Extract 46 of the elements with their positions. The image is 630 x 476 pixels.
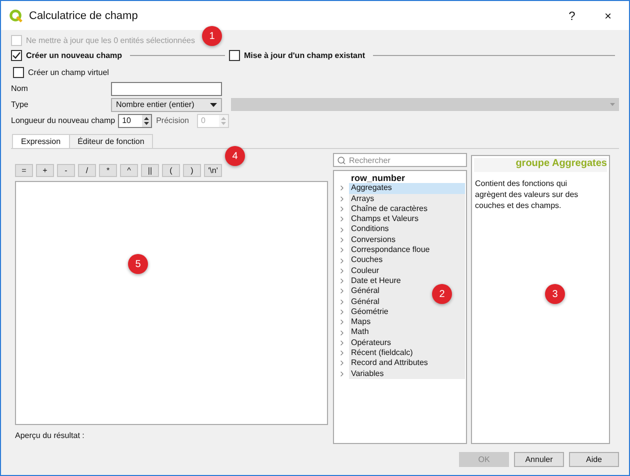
field-label: Type [11,100,30,109]
help-button[interactable]: ? [557,4,587,26]
operator-button[interactable]: * [99,164,117,177]
tree-item[interactable]: row_number [349,173,406,184]
logo-icon [9,8,23,22]
group-title: Créer un nouveau champ [26,51,122,60]
operator-button[interactable]: ( [162,164,180,177]
name-field[interactable] [111,82,222,96]
operator-button[interactable]: '\n' [204,164,222,177]
field-label: Longueur du nouveau champ [11,116,116,125]
operator-button[interactable]: = [15,164,33,177]
preview-label: Aperçu du résultat : [15,431,86,440]
tree-item[interactable]: Général [349,286,380,297]
operator-button[interactable]: ) [183,164,201,177]
caret-icon [610,103,615,106]
close-button[interactable]: × [593,4,623,26]
tab[interactable]: Éditeur de fonction [68,134,154,148]
operator-button[interactable]: ^ [120,164,138,177]
spin-arrows-icon[interactable] [142,114,152,126]
help-text: Contient des fonctions qui agrègent des valeurs sur des couches et des champs. [475,178,580,211]
checkbox-label: Créer un champ virtuel [28,68,109,77]
tree-item[interactable]: Math [349,327,369,338]
window-title: Calculatrice de champ [29,10,139,22]
group-title: Mise à jour d'un champ existant [244,51,366,60]
search-bar[interactable]: Rechercher [333,153,467,167]
type-dropdown[interactable]: Nombre entier (entier) [111,98,222,112]
field-label: Nom [11,84,29,93]
checkbox[interactable] [13,67,24,78]
checkbox[interactable] [11,50,22,61]
number-badge: 4 [225,146,245,166]
number-badge: 1 [202,26,222,46]
caret-icon [210,102,217,106]
operator-button[interactable]: / [78,164,96,177]
operator-button[interactable]: - [57,164,75,177]
operator-button[interactable]: + [36,164,54,177]
checkbox-label: Ne mettre à jour que les 0 entités sélectionnées [26,36,195,45]
field-label: Précision [156,116,189,125]
length-spinbox[interactable]: 10 [118,114,152,128]
tree-item[interactable]: Maps [349,317,371,328]
dialog-button[interactable]: Annuler [514,452,564,467]
checkbox[interactable] [229,50,240,61]
operator-button[interactable]: || [141,164,159,177]
help-title: groupe Aggregates [474,158,607,172]
search-icon [337,156,346,164]
dialog-button[interactable]: Aide [569,452,619,467]
tab[interactable]: Expression [12,134,70,148]
